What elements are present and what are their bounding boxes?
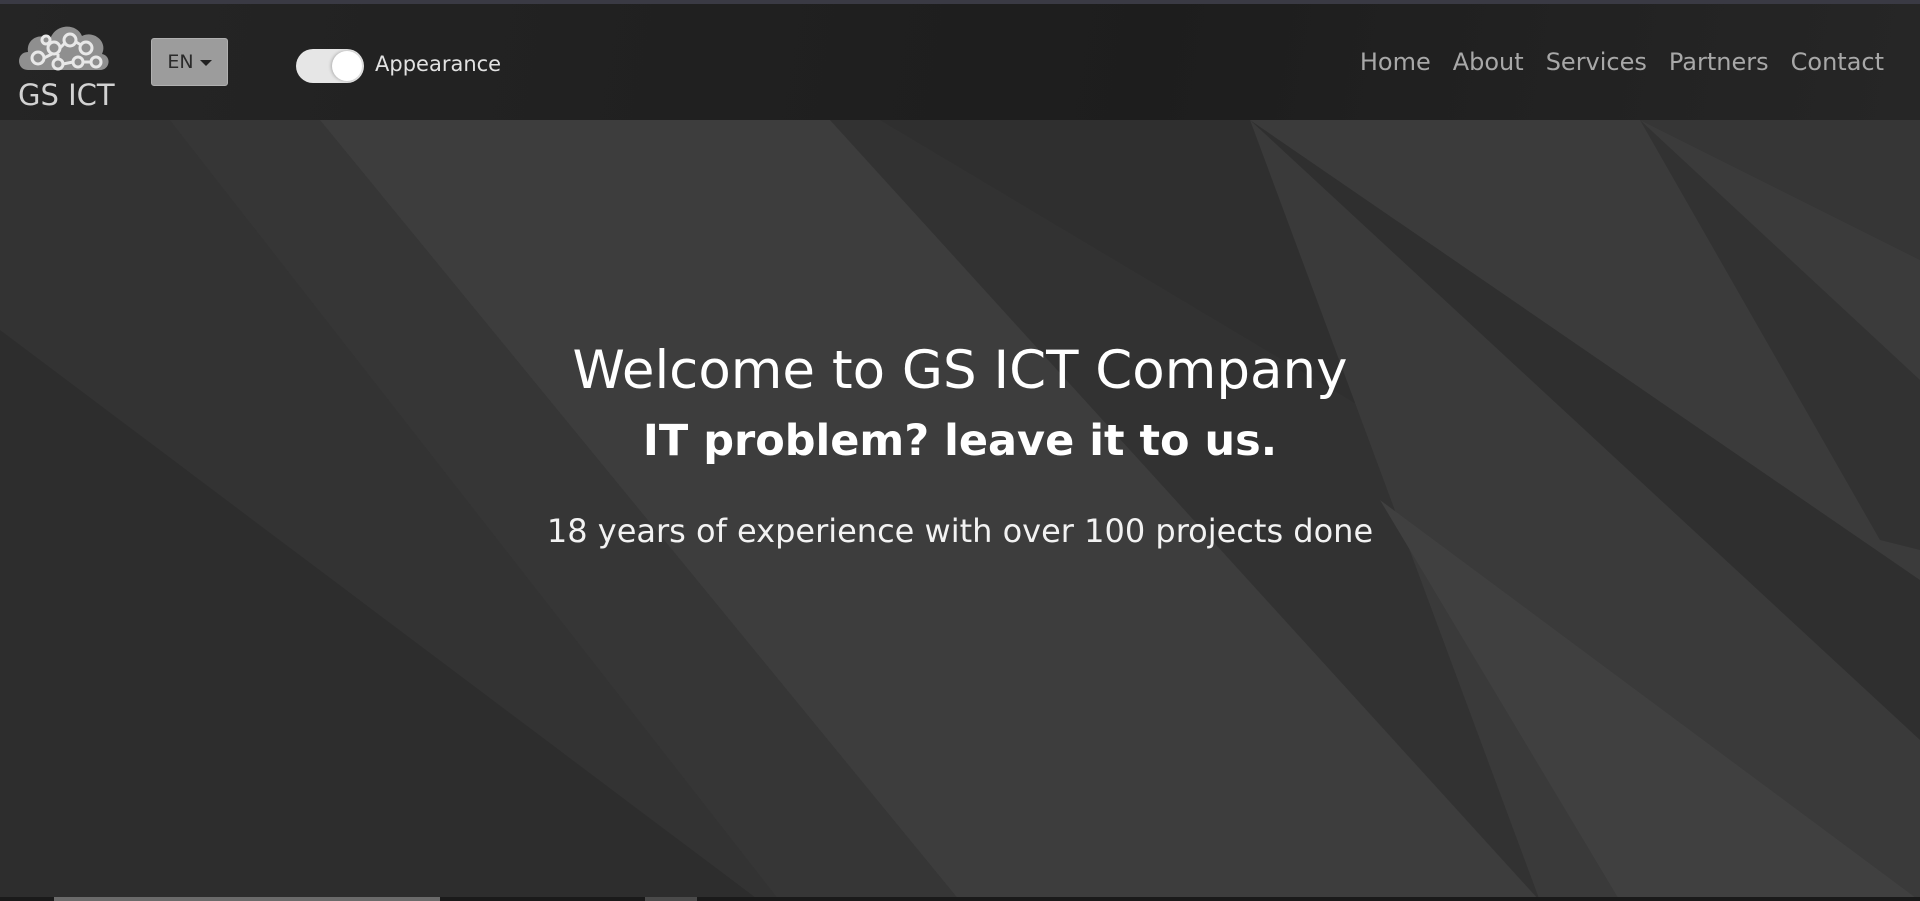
navbar: GS ICT EN Appearance Home About Services… bbox=[0, 4, 1920, 120]
nav-services[interactable]: Services bbox=[1546, 48, 1647, 76]
brand-logo[interactable]: GS ICT bbox=[14, 14, 115, 114]
appearance-label: Appearance bbox=[375, 52, 502, 76]
hero-title: Welcome to GS ICT Company bbox=[572, 340, 1348, 401]
nav-partners[interactable]: Partners bbox=[1669, 48, 1769, 76]
nav-about[interactable]: About bbox=[1453, 48, 1524, 76]
hero-subtitle: IT problem? leave it to us. bbox=[642, 416, 1278, 466]
hero-section: Welcome to GS ICT Company IT problem? le… bbox=[0, 120, 1920, 901]
hero-tagline: 18 years of experience with over 100 pro… bbox=[546, 512, 1374, 550]
nav-contact[interactable]: Contact bbox=[1791, 48, 1884, 76]
language-dropdown[interactable]: EN bbox=[151, 38, 228, 86]
hero-content: Welcome to GS ICT Company IT problem? le… bbox=[0, 120, 1920, 901]
caret-down-icon bbox=[199, 60, 212, 66]
appearance-toggle[interactable] bbox=[296, 49, 364, 83]
main-nav: Home About Services Partners Contact bbox=[1360, 48, 1884, 76]
scrollbar-segment bbox=[645, 897, 697, 901]
scrollbar-thumb[interactable] bbox=[54, 897, 440, 901]
language-selected: EN bbox=[167, 51, 194, 73]
nav-home[interactable]: Home bbox=[1360, 48, 1431, 76]
cloud-network-icon bbox=[19, 26, 109, 71]
toggle-knob bbox=[332, 51, 362, 81]
brand-name: GS ICT bbox=[18, 78, 115, 112]
